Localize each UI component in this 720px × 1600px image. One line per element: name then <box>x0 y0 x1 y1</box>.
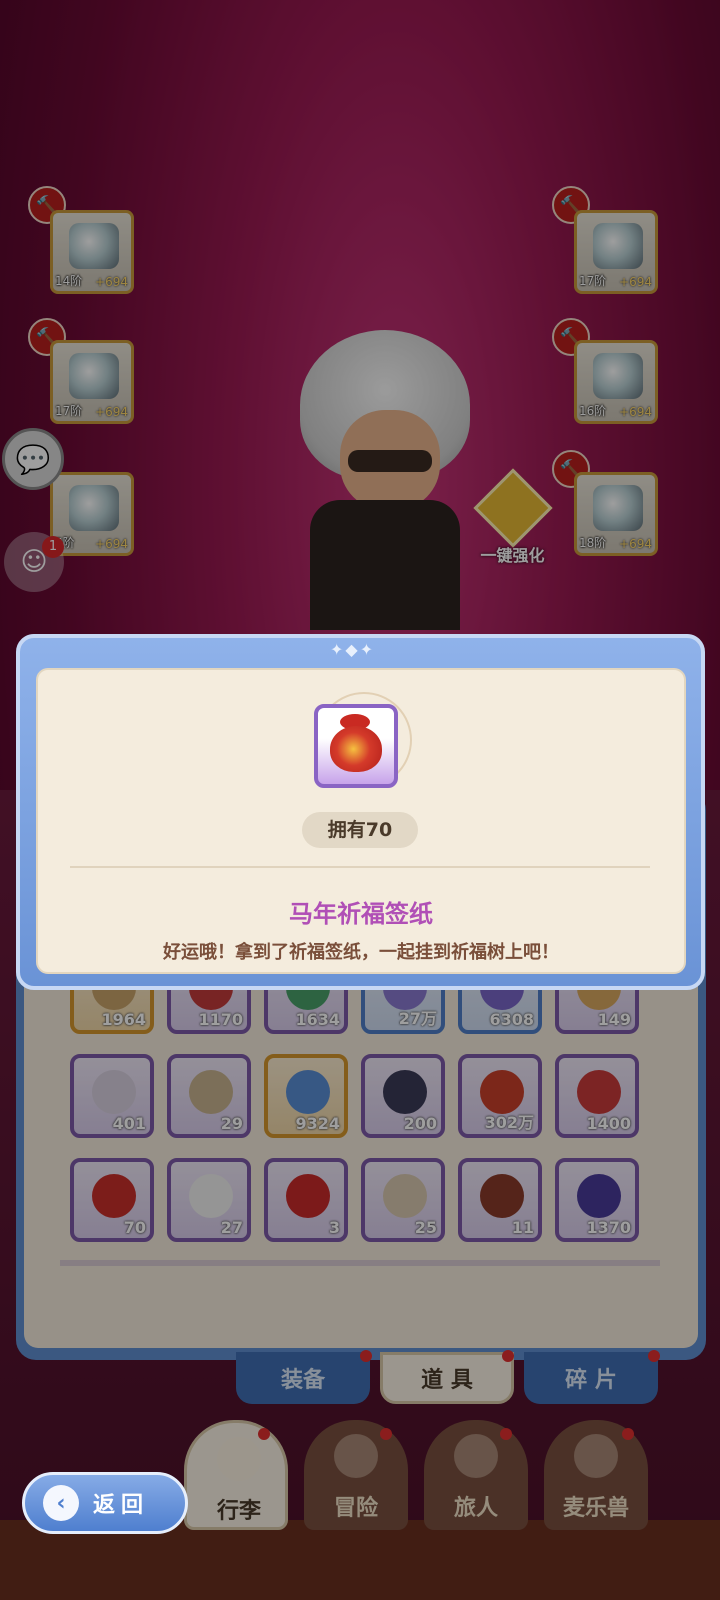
modal-ornament: ✦◆✦ <box>330 640 376 659</box>
owned-count: 拥有70 <box>302 812 418 848</box>
item-title: 马年祈福签纸 <box>289 900 433 928</box>
lucky-bag-icon <box>330 726 382 772</box>
back-label: 返回 <box>93 1493 150 1518</box>
back-arrow-icon: ‹ <box>43 1485 79 1521</box>
item-info-modal: ✦◆✦ 拥有70 马年祈福签纸 好运哦！拿到了祈福签纸，一起挂到祈福树上吧！ <box>16 634 705 990</box>
item-icon-box <box>314 704 398 788</box>
back-button[interactable]: ‹ 返回 <box>22 1472 188 1534</box>
modal-divider <box>70 866 650 868</box>
item-description: 好运哦！拿到了祈福签纸，一起挂到祈福树上吧！ <box>163 942 559 963</box>
modal-content: 拥有70 马年祈福签纸 好运哦！拿到了祈福签纸，一起挂到祈福树上吧！ <box>36 668 686 974</box>
